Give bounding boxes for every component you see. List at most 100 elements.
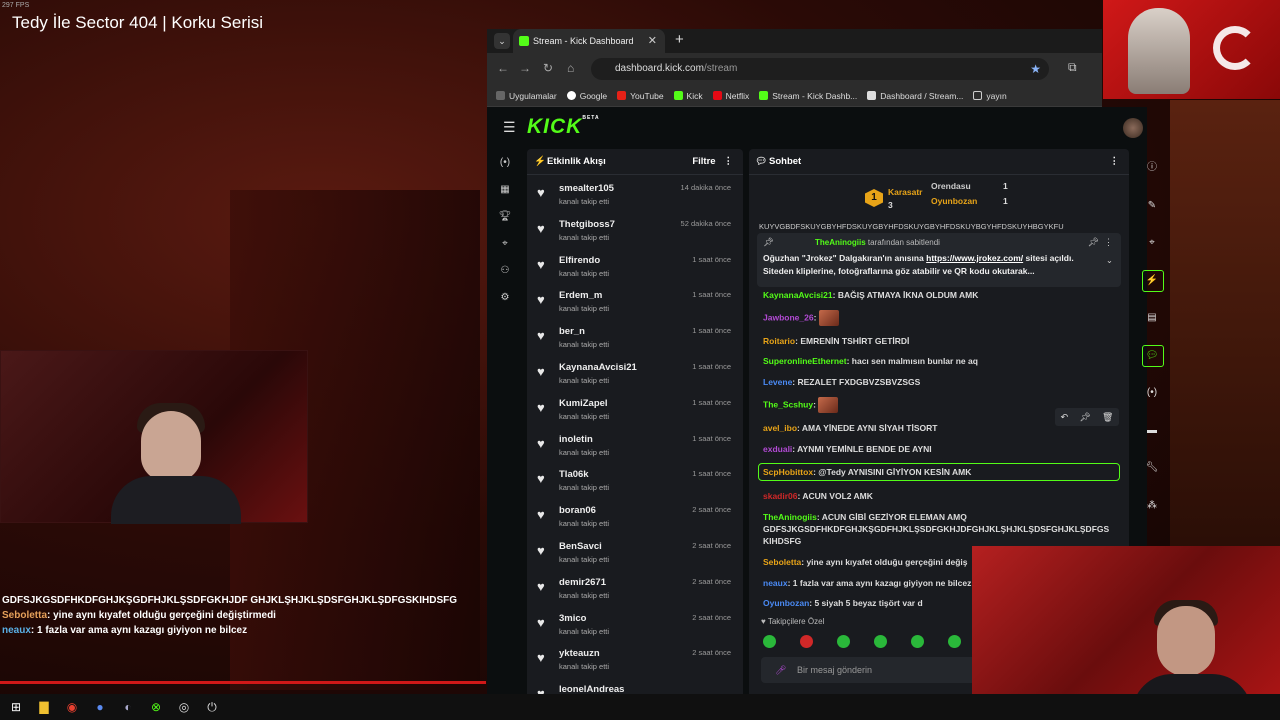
chevron-down-icon[interactable]: ⌄ — [1106, 255, 1113, 266]
chat-message[interactable]: KaynanaAvcisi21: BAĞIŞ ATMAYA İKNA OLDUM… — [763, 289, 1115, 301]
chat-message[interactable]: Jawbone_26: — [763, 309, 1115, 326]
target-icon[interactable]: ⌖ — [487, 230, 523, 257]
activity-item[interactable]: ♥ KaynanaAvcisi21 kanalı takip etti 1 saat … — [527, 358, 743, 394]
xbox-icon[interactable]: ⊗ — [148, 699, 164, 715]
target-icon[interactable]: ⌖ — [1137, 224, 1167, 262]
bookmark-google[interactable]: Google — [566, 91, 607, 101]
tab-kick-dashboard[interactable]: Stream - Kick Dashboard ✕ — [513, 29, 665, 53]
stream-icon[interactable]: (•) — [487, 149, 523, 176]
activity-item[interactable]: ♥ ykteauzn kanalı takip etti 2 saat önce — [527, 644, 743, 680]
activity-item[interactable]: ♥ inoletin kanalı takip etti 1 saat önce — [527, 430, 743, 466]
bookmark-kick-dashboard[interactable]: Stream - Kick Dashb... — [759, 91, 857, 101]
pin-icon[interactable]: 📌︎ — [1079, 412, 1090, 423]
chat-username[interactable]: The_Scshuy — [763, 399, 813, 409]
chat-username[interactable]: skadir06 — [763, 491, 798, 501]
reply-icon[interactable]: ↶ — [1061, 412, 1069, 423]
bookmark-netflix[interactable]: Netflix — [712, 91, 749, 101]
chat-toggle-icon[interactable]: 💬︎ — [1137, 337, 1167, 375]
tab-close-icon[interactable]: ✕ — [648, 29, 657, 53]
chat-username[interactable]: KaynanaAvcisi21 — [763, 290, 833, 300]
settings-icon[interactable]: ⚙ — [487, 284, 523, 311]
avatar[interactable] — [1123, 118, 1143, 138]
share-icon[interactable]: ⁂ — [1137, 487, 1167, 525]
activity-item[interactable]: ♥ Thetgiboss7 kanalı takip etti 52 dakika ö… — [527, 215, 743, 251]
chat-message[interactable]: Roitario: EMRENİN TSHİRT GETİRDİ — [763, 335, 1115, 347]
delete-icon[interactable]: 🗑︎ — [1102, 412, 1113, 423]
pinned-tools[interactable]: 📌︎ ⋮ — [1088, 237, 1113, 248]
broadcast-icon[interactable]: (•) — [1137, 374, 1167, 412]
edit-icon[interactable]: ✎ — [1137, 187, 1167, 225]
notes-icon[interactable]: ▤ — [1137, 299, 1167, 337]
emote-button[interactable] — [911, 635, 924, 648]
activity-item[interactable]: ♥ smealter105 kanalı takip etti 14 dakika ö… — [527, 179, 743, 215]
chat-message[interactable]: SuperonlineEthernet: hacı sen malmısın b… — [763, 355, 1115, 367]
activity-item[interactable]: ♥ Erdem_m kanalı takip etti 1 saat önce — [527, 286, 743, 322]
dashboard-icon[interactable]: ▦ — [487, 176, 523, 203]
chat-username[interactable]: Levene — [763, 377, 792, 387]
chat-username[interactable]: TheAninogiis — [763, 512, 817, 522]
back-icon[interactable]: ← — [497, 61, 509, 75]
chat-message[interactable]: ScpHobittox: @Tedy AYNISINI GİYİYON KESİ… — [758, 463, 1120, 482]
activity-item[interactable]: ♥ demir2671 kanalı takip etti 2 saat önce — [527, 573, 743, 609]
bookmark-youtube[interactable]: YouTube — [617, 91, 664, 101]
forward-icon[interactable]: → — [519, 61, 531, 75]
new-tab-button[interactable]: + — [675, 31, 684, 48]
chat-username[interactable]: Oyunbozan — [763, 598, 809, 608]
bookmark-folder-yayin[interactable]: yayın — [973, 91, 1007, 101]
chat-username[interactable]: avel_ibo — [763, 423, 797, 433]
activity-item[interactable]: ♥ Elfirendo kanalı takip etti 1 saat önce — [527, 251, 743, 287]
bookmark-kick[interactable]: Kick — [673, 91, 703, 101]
menu-icon[interactable]: ☰ — [503, 119, 516, 136]
reload-icon[interactable]: ↻ — [543, 61, 553, 75]
emote-button[interactable] — [948, 635, 961, 648]
bookmark-apps[interactable]: Uygulamalar — [496, 91, 557, 101]
activity-item[interactable]: ♥ BenSavci kanalı takip etti 2 saat önce — [527, 537, 743, 573]
steam-icon[interactable]: ◐ — [120, 699, 136, 715]
pinned-link[interactable]: https://www.jrokez.com/ — [926, 253, 1023, 263]
chat-message[interactable]: TheAninogiis: ACUN GİBİ GEZİYOR ELEMAN A… — [763, 511, 1115, 547]
chat-more-icon[interactable]: ⋮ — [1110, 149, 1120, 175]
info-icon[interactable]: ⓘ — [1137, 149, 1167, 187]
leader-name[interactable]: Oyunbozan — [931, 196, 977, 206]
chat-username[interactable]: neaux — [763, 578, 788, 588]
microphone-icon[interactable]: 🎤︎ — [775, 657, 786, 683]
chat-username[interactable]: ScpHobittox — [763, 467, 813, 477]
activity-item[interactable]: ♥ boran06 kanalı takip etti 2 saat önce — [527, 501, 743, 537]
activity-item[interactable]: ♥ ber_n kanalı takip etti 1 saat önce — [527, 322, 743, 358]
chat-message[interactable]: exduali: AYNMI YEMİNLE BENDE DE AYNI — [763, 443, 1115, 455]
chat-message[interactable]: Levene: REZALET FXDGBVZSBVZSGS — [763, 376, 1115, 388]
users-icon[interactable]: ⚇ — [487, 257, 523, 284]
chat-username[interactable]: SuperonlineEthernet — [763, 356, 847, 366]
leader-name[interactable]: Orendasu — [931, 181, 971, 191]
windows-start-icon[interactable]: ⊞ — [8, 699, 24, 715]
wrench-icon[interactable]: 🔧︎ — [1137, 449, 1167, 487]
trophy-icon[interactable]: 🏆︎ — [487, 203, 523, 230]
chat-username[interactable]: Seboletta — [763, 557, 801, 567]
home-icon[interactable]: ⌂ — [567, 61, 574, 75]
chrome-icon[interactable]: ◉ — [64, 699, 80, 715]
kick-logo[interactable]: KICKBETA — [527, 115, 600, 139]
url-field[interactable]: dashboard.kick.com/stream ★ — [591, 58, 1049, 80]
chat-message[interactable]: skadir06: ACUN VOL2 AMK — [763, 490, 1115, 502]
power-icon[interactable]: ⏻ — [204, 699, 220, 715]
chat-username[interactable]: Jawbone_26 — [763, 312, 814, 322]
more-icon[interactable]: ⋮ — [724, 156, 734, 167]
activity-item[interactable]: ♥ KumiZapel kanalı takip etti 1 saat önce — [527, 394, 743, 430]
layout-icon[interactable]: ▬ — [1137, 412, 1167, 450]
tab-search-icon[interactable]: ⌄ — [494, 33, 510, 49]
emote-button[interactable] — [763, 635, 776, 648]
chat-username[interactable]: exduali — [763, 444, 792, 454]
emote-button[interactable] — [874, 635, 887, 648]
obs-icon[interactable]: ◎ — [176, 699, 192, 715]
extensions-icon[interactable]: ⧉ — [1068, 60, 1077, 75]
bookmark-dashboard-stream[interactable]: Dashboard / Stream... — [867, 91, 963, 101]
file-explorer-icon[interactable]: ▇ — [36, 699, 52, 715]
leader-name[interactable]: Karasatr — [888, 187, 923, 197]
filter-button[interactable]: Filtre — [692, 156, 715, 167]
emote-button[interactable] — [800, 635, 813, 648]
emote-button[interactable] — [837, 635, 850, 648]
activity-item[interactable]: ♥ Tla06k kanalı takip etti 1 saat önce — [527, 465, 743, 501]
activity-toggle-icon[interactable]: ⚡ — [1137, 262, 1167, 300]
chat-username[interactable]: Roitario — [763, 336, 795, 346]
app-icon[interactable]: ● — [92, 699, 108, 715]
